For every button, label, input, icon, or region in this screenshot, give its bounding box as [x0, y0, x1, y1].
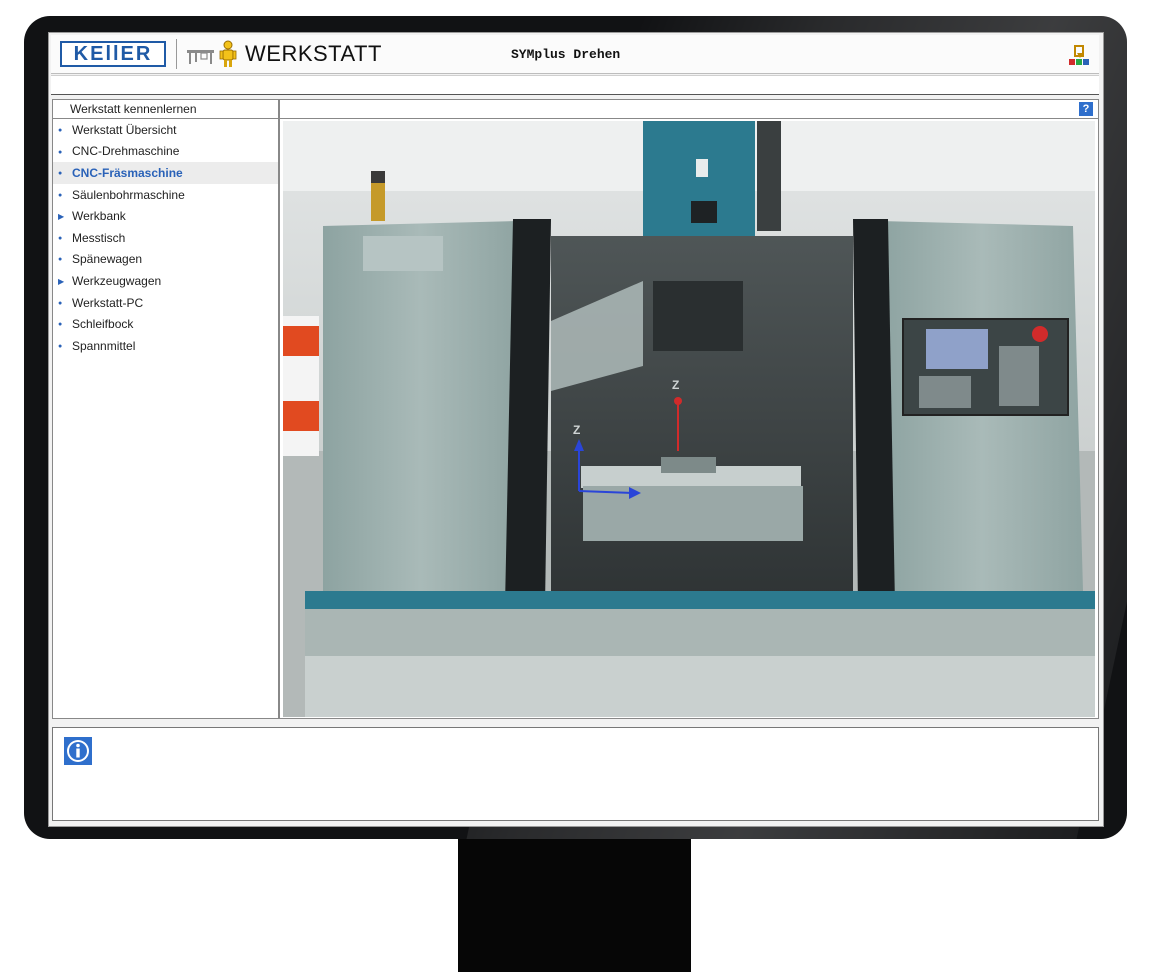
spindle-head — [653, 281, 743, 351]
door-frame-right — [853, 219, 895, 606]
table-base — [583, 486, 803, 541]
door-frame-left — [505, 219, 551, 606]
column-label — [696, 159, 708, 177]
header-divider — [176, 39, 177, 69]
sidebar-item-werkbank[interactable]: Werkbank — [53, 205, 278, 227]
vise — [661, 457, 716, 473]
monitor-stand — [458, 836, 691, 972]
expand-arrow-icon — [58, 211, 72, 221]
column-panel — [691, 201, 717, 223]
machine-teal-band — [305, 591, 1095, 609]
bullet-icon — [58, 319, 72, 329]
sidebar-title: Werkstatt kennenlernen — [52, 99, 279, 119]
machine-viewport: Z Z — [279, 119, 1099, 719]
machine-left-window — [363, 236, 443, 271]
sidebar-item-saeulenbohrmaschine[interactable]: Säulenbohrmaschine — [53, 184, 278, 206]
column-bellows — [757, 121, 781, 231]
machine-left-panel — [323, 221, 518, 591]
signal-light-cap — [371, 171, 385, 183]
app-title: WERKSTATT — [245, 41, 382, 66]
sidebar-item-cnc-drehmaschine[interactable]: CNC-Drehmaschine — [53, 141, 278, 163]
sidebar-item-werkzeugwagen[interactable]: Werkzeugwagen — [53, 270, 278, 292]
sidebar-item-spaenewagen[interactable]: Spänewagen — [53, 249, 278, 271]
sidebar-item-messtisch[interactable]: Messtisch — [53, 227, 278, 249]
axis-label-z-right: Z — [672, 378, 679, 392]
bullet-icon — [58, 298, 72, 308]
sidebar-item-werkstatt-pc[interactable]: Werkstatt-PC — [53, 292, 278, 314]
app-header: KEllER WERKSTATT SYMplus Drehen — [51, 35, 1099, 74]
control-screen — [926, 329, 988, 369]
sidebar-item-cnc-fraesmaschine[interactable]: CNC-Fräsmaschine — [53, 162, 278, 184]
bullet-icon — [58, 125, 72, 135]
bullet-icon — [58, 146, 72, 156]
worker-icon — [219, 40, 237, 67]
machine-base — [305, 606, 1095, 656]
info-icon — [64, 737, 92, 765]
machine-plinth — [305, 656, 1095, 717]
toolbar-strip — [51, 75, 1099, 95]
barrel-stripe — [283, 326, 319, 356]
bench-icon — [187, 50, 214, 64]
axis-label-z-left: Z — [573, 423, 580, 437]
cnc-milling-machine-scene[interactable]: Z Z — [283, 121, 1095, 717]
info-panel — [52, 727, 1099, 821]
sidebar-item-spannmittel[interactable]: Spannmittel — [53, 335, 278, 357]
content-header: ? — [279, 99, 1099, 119]
help-icon[interactable]: ? — [1079, 102, 1093, 116]
sidebar-item-schleifbock[interactable]: Schleifbock — [53, 313, 278, 335]
exit-icon[interactable] — [1069, 44, 1089, 66]
control-keypad — [919, 376, 971, 408]
control-keypad-right — [999, 346, 1039, 406]
bullet-icon — [58, 190, 72, 200]
mode-title: SYMplus Drehen — [511, 47, 621, 62]
expand-arrow-icon — [58, 276, 72, 286]
bullet-icon — [58, 341, 72, 351]
sidebar-item-werkstatt-uebersicht[interactable]: Werkstatt Übersicht — [53, 119, 278, 141]
app-window: KEllER WERKSTATT SYMplus Drehen Werkstat… — [48, 32, 1104, 827]
emergency-stop — [1032, 326, 1048, 342]
bullet-icon — [58, 254, 72, 264]
keller-logo: KEllER — [60, 41, 166, 67]
sidebar-nav: Werkstatt Übersicht CNC-Drehmaschine CNC… — [52, 119, 279, 719]
bullet-icon — [58, 233, 72, 243]
barrel-stripe — [283, 401, 319, 431]
z-marker-red — [674, 397, 682, 405]
bullet-icon — [58, 168, 72, 178]
